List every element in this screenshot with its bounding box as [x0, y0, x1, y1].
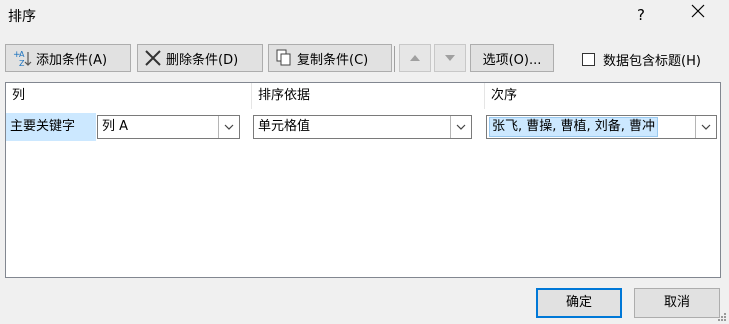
ok-button[interactable]: 确定 [536, 288, 622, 318]
copy-condition-label: 复制条件(C) [297, 52, 369, 68]
svg-text:A: A [19, 50, 25, 59]
chevron-down-icon [701, 124, 711, 130]
header-checkbox-label: 数据包含标题(H) [603, 54, 701, 69]
toolbar-separator [394, 46, 395, 72]
copy-condition-button[interactable]: 复制条件(C) [268, 44, 392, 72]
delete-condition-button[interactable]: 删除条件(D) [137, 44, 263, 72]
add-condition-label: 添加条件(A) [36, 52, 108, 68]
move-up-button[interactable] [399, 44, 431, 72]
column-header-sort-on: 排序依据 [252, 83, 485, 109]
delete-x-icon [145, 50, 161, 66]
column-dropdown-button[interactable] [218, 116, 239, 138]
column-select-value: 列 A [102, 119, 129, 134]
condition-row[interactable]: 主要关键字 列 A 单元格值 张飞, 曹操, 曹植, 刘备, 曹冲 [6, 113, 720, 141]
row-label: 主要关键字 [6, 113, 96, 141]
move-down-button[interactable] [434, 44, 466, 72]
chevron-down-icon [224, 124, 234, 130]
sort-conditions-grid: 列 排序依据 次序 主要关键字 列 A 单元格值 张飞, 曹操, 曹植, 刘备,… [5, 82, 721, 278]
arrow-down-icon [445, 55, 455, 61]
dialog-title: 排序 [8, 9, 36, 25]
cancel-button[interactable]: 取消 [634, 288, 720, 318]
close-icon [691, 4, 705, 18]
title-bar: 排序 ? [0, 0, 729, 30]
order-dropdown-button[interactable] [695, 116, 716, 138]
sort-on-select[interactable]: 单元格值 [253, 115, 472, 139]
delete-condition-label: 删除条件(D) [166, 52, 239, 68]
resize-grip-icon[interactable] [717, 312, 727, 322]
column-header-order: 次序 [491, 88, 518, 103]
add-condition-button[interactable]: + A Z 添加条件(A) [5, 44, 131, 72]
toolbar: + A Z 添加条件(A) 删除条件(D) 复制条件(C) 选项(O)... 数… [0, 44, 729, 74]
order-select-value: 张飞, 曹操, 曹植, 刘备, 曹冲 [489, 117, 659, 137]
copy-icon [276, 49, 291, 66]
options-label: 选项(O)... [482, 52, 542, 68]
sort-on-dropdown-button[interactable] [450, 116, 471, 138]
column-header-column: 列 [6, 83, 252, 109]
sort-on-select-value: 单元格值 [258, 119, 311, 134]
svg-text:Z: Z [19, 59, 25, 67]
options-button[interactable]: 选项(O)... [470, 44, 554, 72]
column-select[interactable]: 列 A [97, 115, 240, 139]
header-checkbox-row[interactable]: 数据包含标题(H) [582, 50, 701, 69]
close-button[interactable] [682, 3, 714, 27]
arrow-up-icon [410, 55, 420, 61]
help-button[interactable]: ? [628, 3, 654, 27]
chevron-down-icon [456, 124, 466, 130]
header-checkbox[interactable] [582, 53, 595, 66]
sort-add-icon: + A Z [13, 50, 32, 67]
order-select[interactable]: 张飞, 曹操, 曹植, 刘备, 曹冲 [486, 115, 717, 139]
